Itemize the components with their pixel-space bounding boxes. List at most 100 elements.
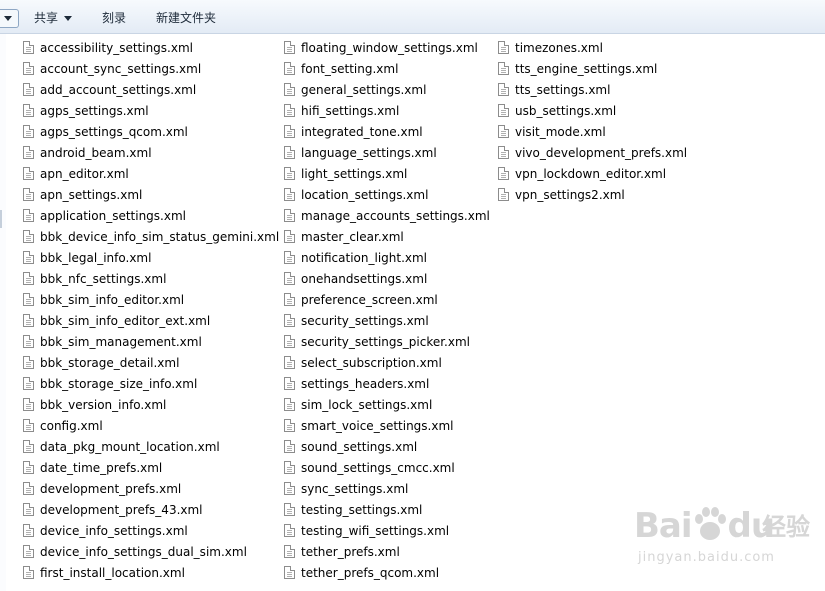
file-item[interactable]: location_settings.xml — [284, 185, 490, 206]
file-item[interactable]: bbk_sim_info_editor.xml — [23, 290, 279, 311]
file-item[interactable]: notification_light.xml — [284, 248, 490, 269]
file-item[interactable]: font_setting.xml — [284, 59, 490, 80]
file-item[interactable]: bbk_nfc_settings.xml — [23, 269, 279, 290]
file-item[interactable]: onehandsettings.xml — [284, 269, 490, 290]
file-item[interactable]: testing_settings.xml — [284, 500, 490, 521]
file-item[interactable]: tts_engine_settings.xml — [498, 59, 687, 80]
file-name: bbk_sim_management.xml — [40, 335, 202, 349]
file-item[interactable]: development_prefs.xml — [23, 479, 279, 500]
share-label: 共享 — [34, 11, 59, 25]
file-name: hifi_settings.xml — [301, 104, 400, 118]
file-item[interactable]: accessibility_settings.xml — [23, 38, 279, 59]
burn-button[interactable]: 刻录 — [102, 9, 126, 27]
file-item[interactable]: device_info_settings.xml — [23, 521, 279, 542]
file-item[interactable]: manage_accounts_settings.xml — [284, 206, 490, 227]
file-item[interactable]: master_clear.xml — [284, 227, 490, 248]
file-column-1: accessibility_settings.xml account_sync_s… — [23, 38, 279, 584]
file-name: visit_mode.xml — [515, 125, 606, 139]
file-item[interactable]: sync_settings.xml — [284, 479, 490, 500]
file-item[interactable]: development_prefs_43.xml — [23, 500, 279, 521]
file-name: sound_settings.xml — [301, 440, 418, 454]
file-item[interactable]: add_account_settings.xml — [23, 80, 279, 101]
file-item[interactable]: usb_settings.xml — [498, 101, 687, 122]
file-item[interactable]: vpn_lockdown_editor.xml — [498, 164, 687, 185]
file-item[interactable]: application_settings.xml — [23, 206, 279, 227]
file-item[interactable]: select_subscription.xml — [284, 353, 490, 374]
file-item[interactable]: bbk_device_info_sim_status_gemini.xml — [23, 227, 279, 248]
file-item[interactable]: security_settings.xml — [284, 311, 490, 332]
file-item[interactable]: tts_settings.xml — [498, 80, 687, 101]
file-item[interactable]: vpn_settings2.xml — [498, 185, 687, 206]
xml-file-icon — [23, 272, 34, 285]
file-item[interactable]: tether_prefs.xml — [284, 542, 490, 563]
xml-file-icon — [23, 503, 34, 516]
xml-file-icon — [23, 482, 34, 495]
file-name: bbk_sim_info_editor_ext.xml — [40, 314, 211, 328]
file-name: application_settings.xml — [40, 209, 186, 223]
file-item[interactable]: agps_settings_qcom.xml — [23, 122, 279, 143]
file-name: manage_accounts_settings.xml — [301, 209, 490, 223]
xml-file-icon — [23, 41, 34, 54]
file-item[interactable]: floating_window_settings.xml — [284, 38, 490, 59]
file-item[interactable]: testing_wifi_settings.xml — [284, 521, 490, 542]
file-item[interactable]: sound_settings.xml — [284, 437, 490, 458]
file-name: security_settings_picker.xml — [301, 335, 470, 349]
file-item[interactable]: bbk_storage_size_info.xml — [23, 374, 279, 395]
xml-file-icon — [284, 83, 295, 96]
file-item[interactable]: first_install_location.xml — [23, 563, 279, 584]
file-item[interactable]: tether_prefs_qcom.xml — [284, 563, 490, 584]
file-item[interactable]: device_info_settings_dual_sim.xml — [23, 542, 279, 563]
watermark-brand-prefix: Bai — [634, 506, 693, 546]
file-name: timezones.xml — [515, 41, 603, 55]
file-name: data_pkg_mount_location.xml — [40, 440, 220, 454]
file-item[interactable]: bbk_version_info.xml — [23, 395, 279, 416]
file-item[interactable]: bbk_sim_management.xml — [23, 332, 279, 353]
file-item[interactable]: hifi_settings.xml — [284, 101, 490, 122]
file-item[interactable]: light_settings.xml — [284, 164, 490, 185]
file-item[interactable]: bbk_storage_detail.xml — [23, 353, 279, 374]
file-item[interactable]: timezones.xml — [498, 38, 687, 59]
file-column-2: floating_window_settings.xml font_setting… — [284, 38, 490, 584]
xml-file-icon — [284, 251, 295, 264]
file-name: usb_settings.xml — [515, 104, 617, 118]
file-item[interactable]: integrated_tone.xml — [284, 122, 490, 143]
file-item[interactable]: data_pkg_mount_location.xml — [23, 437, 279, 458]
file-item[interactable]: general_settings.xml — [284, 80, 490, 101]
file-name: location_settings.xml — [301, 188, 429, 202]
file-item[interactable]: visit_mode.xml — [498, 122, 687, 143]
file-item[interactable]: bbk_sim_info_editor_ext.xml — [23, 311, 279, 332]
file-name: vpn_settings2.xml — [515, 188, 625, 202]
file-name: bbk_legal_info.xml — [40, 251, 152, 265]
file-name: development_prefs_43.xml — [40, 503, 203, 517]
file-item[interactable]: android_beam.xml — [23, 143, 279, 164]
file-name: accessibility_settings.xml — [40, 41, 193, 55]
file-item[interactable]: config.xml — [23, 416, 279, 437]
share-button[interactable]: 共享 — [34, 9, 72, 27]
file-item[interactable]: smart_voice_settings.xml — [284, 416, 490, 437]
xml-file-icon — [23, 440, 34, 453]
file-name: settings_headers.xml — [301, 377, 430, 391]
file-item[interactable]: account_sync_settings.xml — [23, 59, 279, 80]
file-item[interactable]: date_time_prefs.xml — [23, 458, 279, 479]
xml-file-icon — [23, 146, 34, 159]
pane-splitter-handle[interactable] — [0, 210, 2, 228]
chevron-down-icon — [4, 16, 12, 21]
new-folder-button[interactable]: 新建文件夹 — [156, 9, 216, 27]
file-item[interactable]: bbk_legal_info.xml — [23, 248, 279, 269]
xml-file-icon — [284, 62, 295, 75]
xml-file-icon — [23, 104, 34, 117]
file-item[interactable]: preference_screen.xml — [284, 290, 490, 311]
file-name: vpn_lockdown_editor.xml — [515, 167, 667, 181]
file-item[interactable]: vivo_development_prefs.xml — [498, 143, 687, 164]
file-item[interactable]: sim_lock_settings.xml — [284, 395, 490, 416]
file-item[interactable]: agps_settings.xml — [23, 101, 279, 122]
xml-file-icon — [284, 566, 295, 579]
file-name: light_settings.xml — [301, 167, 408, 181]
file-item[interactable]: apn_settings.xml — [23, 185, 279, 206]
file-item[interactable]: apn_editor.xml — [23, 164, 279, 185]
organize-dropdown-button[interactable] — [0, 9, 19, 28]
file-item[interactable]: language_settings.xml — [284, 143, 490, 164]
file-item[interactable]: sound_settings_cmcc.xml — [284, 458, 490, 479]
file-item[interactable]: security_settings_picker.xml — [284, 332, 490, 353]
file-item[interactable]: settings_headers.xml — [284, 374, 490, 395]
